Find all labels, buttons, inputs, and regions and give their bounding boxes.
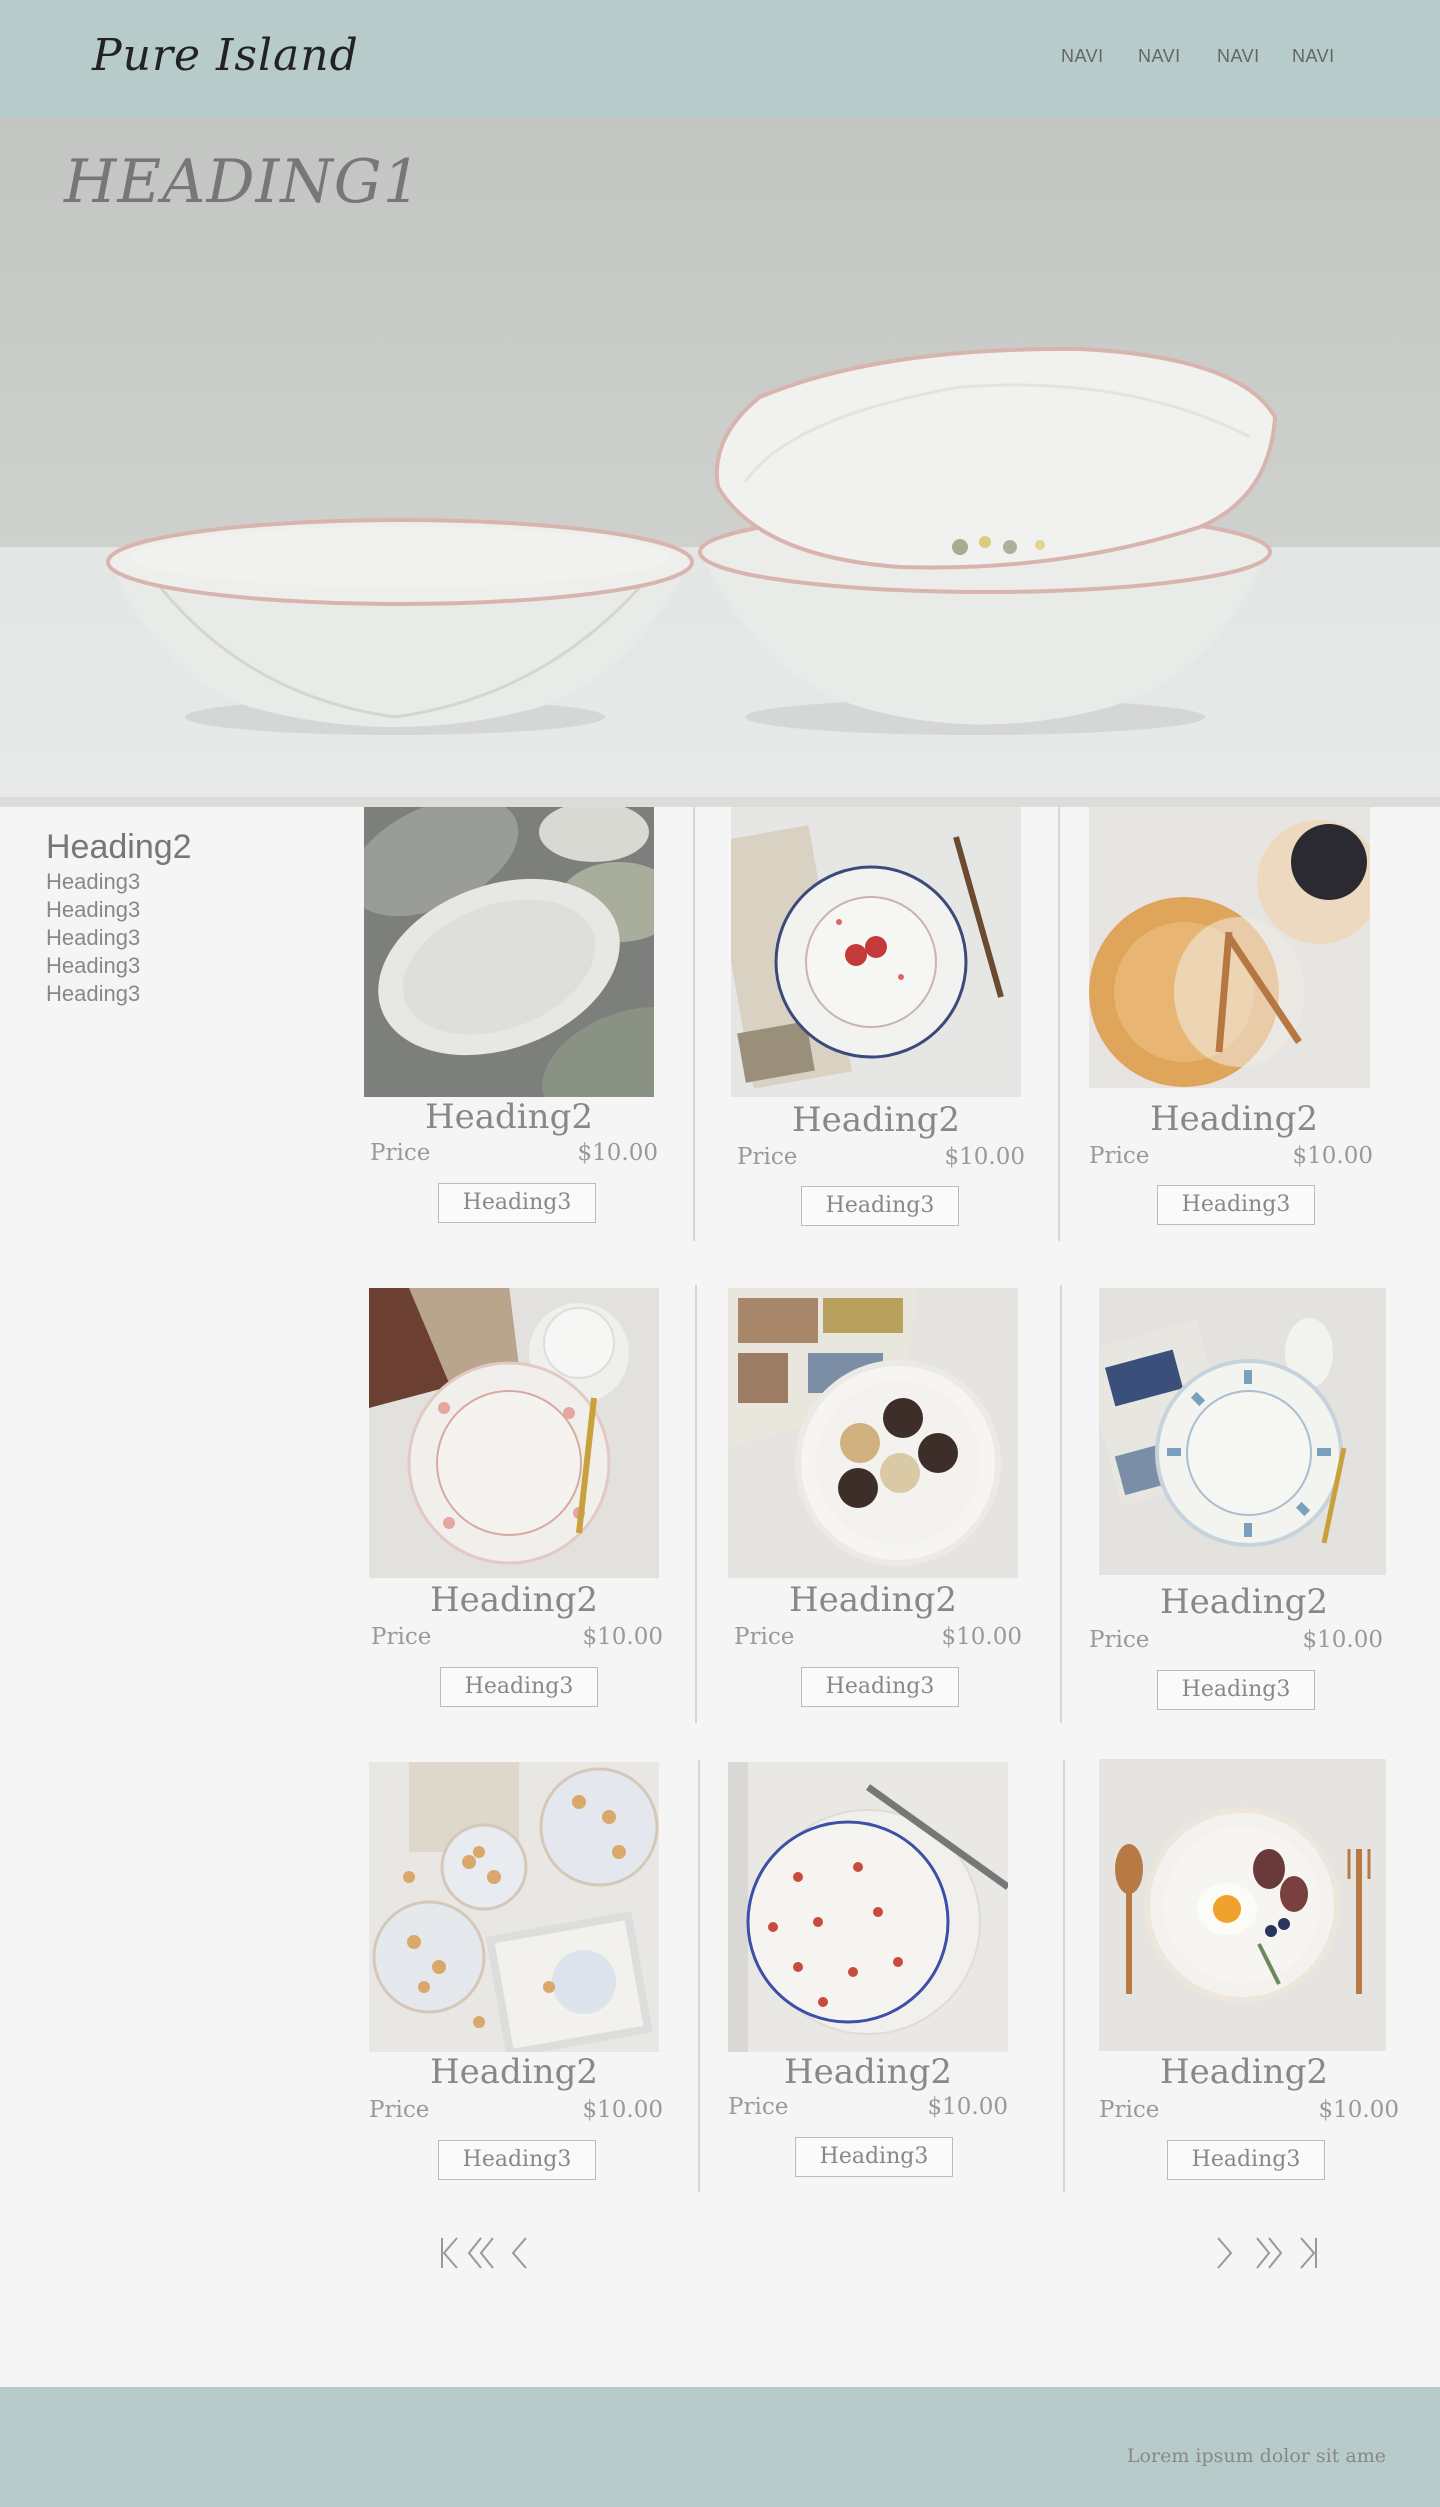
product-card[interactable]: Heading2 Price $10.00 Heading3	[1089, 1288, 1399, 1710]
hero-bowls-image	[106, 346, 1278, 735]
product-card[interactable]: Heading2 Price $10.00 Heading3	[1099, 1759, 1399, 2180]
sidebar-item-4[interactable]: Heading3	[46, 952, 192, 980]
price-value: $10.00	[941, 1624, 1022, 1650]
sidebar-item-1[interactable]: Heading3	[46, 868, 192, 896]
last-page-icon[interactable]	[1295, 2236, 1321, 2270]
column-divider	[693, 807, 695, 1241]
price-value: $10.00	[1318, 2097, 1399, 2123]
product-image[interactable]	[731, 807, 1021, 1097]
product-title[interactable]: Heading2	[728, 2052, 1008, 2092]
hero-title: HEADING1	[64, 147, 422, 217]
product-title[interactable]: Heading2	[1099, 1582, 1389, 1622]
pagination	[0, 2236, 1440, 2276]
previous-page-icon[interactable]	[510, 2236, 530, 2270]
product-title[interactable]: Heading2	[369, 2052, 659, 2092]
nav-item-4[interactable]: NAVI	[1292, 46, 1335, 67]
product-image[interactable]	[728, 1762, 1008, 2052]
price-value: $10.00	[1292, 1143, 1373, 1169]
hero-banner: HEADING1	[0, 117, 1440, 797]
product-image[interactable]	[1099, 1759, 1386, 2051]
product-card[interactable]: Heading2 Price $10.00 Heading3	[728, 1288, 1028, 1708]
product-image[interactable]	[369, 1762, 659, 2052]
nav-item-2[interactable]: NAVI	[1138, 46, 1181, 67]
hero-bottom-strip	[0, 797, 1440, 807]
product-button[interactable]: Heading3	[438, 2140, 596, 2180]
price-label: Price	[734, 1624, 795, 1650]
product-title[interactable]: Heading2	[1089, 1099, 1379, 1139]
product-title[interactable]: Heading2	[1099, 2052, 1389, 2092]
site-logo[interactable]: Pure Island	[92, 30, 359, 81]
product-image[interactable]	[364, 807, 654, 1097]
category-sidebar: Heading2 Heading3 Heading3 Heading3 Head…	[46, 826, 192, 1008]
product-button[interactable]: Heading3	[801, 1186, 959, 1226]
column-divider	[1063, 1760, 1065, 2192]
product-image[interactable]	[1089, 807, 1370, 1088]
column-divider	[1058, 807, 1060, 1241]
next-page-icon[interactable]	[1214, 2236, 1234, 2270]
product-title[interactable]: Heading2	[728, 1580, 1018, 1620]
product-image[interactable]	[369, 1288, 659, 1578]
product-title[interactable]: Heading2	[369, 1580, 659, 1620]
product-button[interactable]: Heading3	[438, 1183, 596, 1223]
product-title[interactable]: Heading2	[731, 1100, 1021, 1140]
product-button[interactable]: Heading3	[1157, 1185, 1315, 1225]
price-label: Price	[371, 1624, 432, 1650]
price-value: $10.00	[582, 2097, 663, 2123]
previous-block-icon[interactable]	[467, 2236, 497, 2270]
product-card[interactable]: Heading2 Price $10.00 Heading3	[369, 1762, 669, 2182]
product-button[interactable]: Heading3	[801, 1667, 959, 1707]
product-card[interactable]: Heading2 Price $10.00 Heading3	[364, 807, 664, 1227]
product-card[interactable]: Heading2 Price $10.00 Heading3	[1089, 807, 1389, 1227]
price-value: $10.00	[582, 1624, 663, 1650]
product-button[interactable]: Heading3	[1167, 2140, 1325, 2180]
first-page-icon[interactable]	[437, 2236, 463, 2270]
price-label: Price	[737, 1144, 798, 1170]
sidebar-heading: Heading2	[46, 828, 192, 866]
product-card[interactable]: Heading2 Price $10.00 Heading3	[369, 1288, 669, 1708]
product-card[interactable]: Heading2 Price $10.00 Heading3	[728, 1762, 1028, 2182]
product-image[interactable]	[1099, 1288, 1386, 1575]
product-card[interactable]: Heading2 Price $10.00 Heading3	[731, 807, 1031, 1227]
price-label: Price	[728, 2094, 789, 2120]
next-block-icon[interactable]	[1253, 2236, 1283, 2270]
footer-text: Lorem ipsum dolor sit ame	[1126, 2445, 1386, 2467]
nav-item-3[interactable]: NAVI	[1217, 46, 1260, 67]
price-value: $10.00	[1302, 1627, 1383, 1653]
sidebar-item-2[interactable]: Heading3	[46, 896, 192, 924]
nav-item-1[interactable]: NAVI	[1061, 46, 1104, 67]
product-button[interactable]: Heading3	[795, 2137, 953, 2177]
product-button[interactable]: Heading3	[440, 1667, 598, 1707]
sidebar-item-3[interactable]: Heading3	[46, 924, 192, 952]
price-value: $10.00	[927, 2094, 1008, 2120]
price-label: Price	[1089, 1627, 1150, 1653]
price-label: Price	[369, 2097, 430, 2123]
price-label: Price	[1099, 2097, 1160, 2123]
price-value: $10.00	[577, 1140, 658, 1166]
site-footer: Lorem ipsum dolor sit ame	[0, 2387, 1440, 2507]
product-title[interactable]: Heading2	[364, 1097, 654, 1137]
product-button[interactable]: Heading3	[1157, 1670, 1315, 1710]
price-label: Price	[1089, 1143, 1150, 1169]
column-divider	[698, 1760, 700, 2192]
sidebar-item-5[interactable]: Heading3	[46, 980, 192, 1008]
column-divider	[695, 1285, 697, 1723]
price-value: $10.00	[944, 1144, 1025, 1170]
column-divider	[1060, 1285, 1062, 1723]
site-header: Pure Island NAVI NAVI NAVI NAVI	[0, 0, 1440, 117]
price-label: Price	[370, 1140, 431, 1166]
product-image[interactable]	[728, 1288, 1018, 1578]
